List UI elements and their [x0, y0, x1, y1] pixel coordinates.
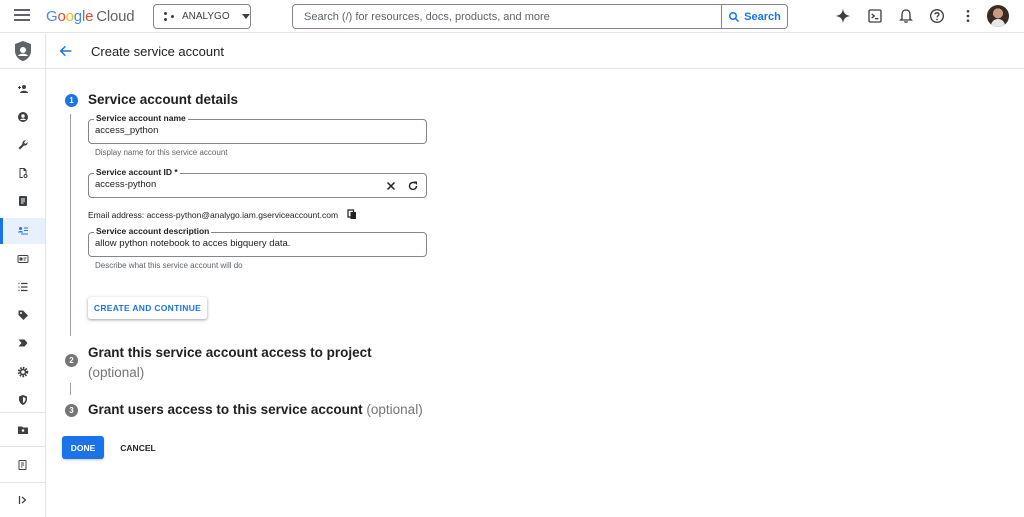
back-arrow-icon[interactable]	[58, 43, 74, 59]
step-title-text: Grant users access to this service accou…	[88, 402, 363, 417]
page-header: Create service account	[46, 34, 1024, 69]
service-account-name-field: Service account name	[88, 113, 427, 144]
done-button[interactable]: DONE	[62, 436, 104, 459]
step-connector	[70, 383, 71, 395]
main-menu-icon[interactable]	[14, 9, 30, 23]
logo-letter: G	[46, 8, 58, 25]
logo-letter: o	[65, 8, 74, 25]
page-title: Create service account	[91, 44, 224, 59]
copy-icon[interactable]	[347, 209, 357, 220]
service-account-name-input[interactable]	[95, 125, 375, 136]
more-vert-icon[interactable]	[960, 8, 976, 24]
rail-policy-doc-icon[interactable]	[0, 160, 45, 186]
rail-document-icon[interactable]	[0, 188, 45, 214]
logo-letter: o	[57, 8, 66, 25]
step-number: 3	[65, 404, 78, 417]
gemini-sparkle-icon[interactable]	[835, 8, 851, 24]
rail-list-icon[interactable]	[0, 274, 45, 300]
search-input[interactable]	[293, 5, 722, 28]
service-account-description-field: Service account description	[88, 226, 427, 257]
expand-rail-icon[interactable]	[0, 487, 45, 513]
notifications-bell-icon[interactable]	[898, 8, 914, 24]
left-rail	[0, 34, 46, 517]
search-button-label: Search	[744, 10, 781, 23]
project-picker[interactable]: ANALYGO	[153, 4, 251, 29]
iam-shield-icon[interactable]	[0, 38, 45, 64]
field-label: Service account description	[94, 226, 212, 236]
rail-gear-icon[interactable]	[0, 359, 45, 385]
cloud-shell-icon[interactable]	[867, 8, 883, 24]
field-label: Service account name	[94, 113, 188, 123]
field-hint: Describe what this service account will …	[95, 261, 243, 270]
logo-letter: g	[73, 8, 82, 25]
search-box	[292, 4, 722, 29]
help-icon[interactable]	[929, 8, 945, 24]
search-button[interactable]: Search	[721, 4, 788, 29]
rail-account-circle-icon[interactable]	[0, 104, 45, 130]
step-title-text: Grant this service account access to pro…	[88, 345, 372, 360]
step-number: 1	[65, 94, 78, 107]
field-hint: Display name for this service account	[95, 148, 228, 157]
project-name: ANALYGO	[182, 11, 230, 22]
logo-suffix: Cloud	[96, 8, 135, 25]
user-avatar[interactable]	[987, 5, 1009, 27]
step-title[interactable]: Service account details	[88, 92, 238, 107]
rail-add-person-icon[interactable]	[0, 76, 45, 102]
search-icon	[729, 11, 740, 22]
rail-folder-icon[interactable]	[0, 417, 45, 443]
step-number: 2	[65, 354, 78, 367]
refresh-icon[interactable]	[407, 180, 419, 192]
rail-chevron-tag-icon[interactable]	[0, 330, 45, 356]
top-bar: Google Cloud ANALYGO Search	[0, 0, 1024, 33]
step-connector	[70, 114, 71, 336]
email-address: Email address: access-python@analygo.iam…	[88, 209, 339, 220]
clear-icon[interactable]	[385, 180, 397, 192]
google-cloud-logo[interactable]: Google Cloud	[46, 8, 135, 25]
service-account-description-input[interactable]	[95, 238, 375, 249]
rail-tag-icon[interactable]	[0, 302, 45, 328]
rail-release-notes-icon[interactable]	[0, 452, 45, 478]
service-account-id-input[interactable]	[95, 179, 375, 190]
step-title[interactable]: Grant this service account access to pro…	[88, 343, 372, 383]
step-optional: (optional)	[88, 365, 145, 380]
field-label: Service account ID *	[94, 167, 180, 177]
rail-id-card-icon[interactable]	[0, 246, 45, 272]
project-icon	[164, 11, 176, 22]
shield-logo-icon	[14, 41, 31, 61]
email-address-line: Email address: access-python@analygo.iam…	[88, 209, 357, 220]
rail-service-accounts-icon[interactable]	[0, 218, 45, 244]
service-account-id-field: Service account ID *	[88, 167, 427, 198]
rail-security-shield-icon[interactable]	[0, 387, 45, 413]
rail-wrench-icon[interactable]	[0, 132, 45, 158]
logo-letter: e	[85, 8, 94, 25]
chevron-down-icon	[241, 14, 250, 19]
create-and-continue-button[interactable]: CREATE AND CONTINUE	[88, 297, 207, 319]
cancel-button[interactable]: CANCEL	[114, 436, 162, 459]
step-optional: (optional)	[366, 402, 423, 417]
step-title[interactable]: Grant users access to this service accou…	[88, 402, 423, 417]
